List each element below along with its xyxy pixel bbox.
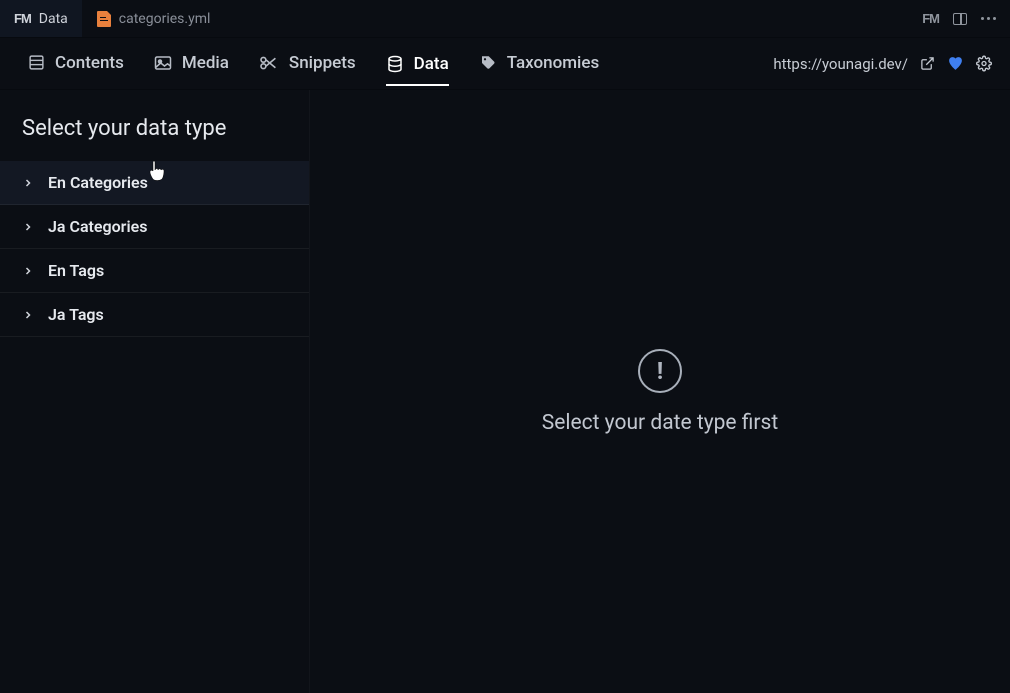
chevron-right-icon [22,309,34,321]
sidebar-item-label: En Categories [48,173,148,192]
sidebar: Select your data type En Categories Ja C… [0,90,310,693]
external-link-icon[interactable] [920,56,935,71]
body: Select your data type En Categories Ja C… [0,90,1010,693]
tab-categories-yml[interactable]: categories.yml [83,0,226,37]
sidebar-item-ja-tags[interactable]: Ja Tags [0,293,309,337]
nav-label: Data [414,54,449,74]
nav-right: https://younagi.dev/ [773,55,992,73]
split-view-icon[interactable] [953,13,967,25]
fm-logo-icon: FM [14,11,31,26]
sidebar-title: Select your data type [0,116,309,161]
yaml-file-icon [97,11,111,27]
sidebar-item-label: En Tags [48,261,104,280]
cursor-pointer-icon [148,160,166,182]
fm-logo-icon[interactable]: FM [922,11,939,26]
nav-label: Snippets [289,53,356,73]
sidebar-item-en-tags[interactable]: En Tags [0,249,309,293]
gear-icon[interactable] [976,56,992,72]
empty-state-text: Select your date type first [542,411,778,435]
tab-label: Data [39,11,68,27]
main-panel: ! Select your date type first [310,90,1010,693]
nav-label: Taxonomies [507,53,600,73]
sidebar-item-label: Ja Tags [48,305,104,324]
heart-icon[interactable] [947,55,964,72]
taxonomies-icon [479,54,497,72]
chevron-right-icon [22,221,34,233]
alert-circle-icon: ! [638,349,682,393]
media-icon [154,55,172,71]
nav-snippets[interactable]: Snippets [259,53,356,75]
more-icon[interactable] [981,17,996,20]
nav-data[interactable]: Data [386,44,449,86]
sidebar-item-label: Ja Categories [48,217,147,236]
nav-contents[interactable]: Contents [28,53,124,75]
sidebar-item-ja-categories[interactable]: Ja Categories [0,205,309,249]
nav-taxonomies[interactable]: Taxonomies [479,53,600,75]
navbar: Contents Media Snippets Data Taxonomies … [0,38,1010,90]
titlebar-spacer [225,0,908,37]
chevron-right-icon [22,265,34,277]
contents-icon [28,54,45,71]
site-url[interactable]: https://younagi.dev/ [773,55,908,73]
empty-state: ! Select your date type first [542,349,778,435]
tab-label: categories.yml [119,11,211,27]
data-icon [386,55,404,73]
nav-label: Contents [55,53,124,73]
nav-label: Media [182,53,229,73]
chevron-right-icon [22,177,34,189]
titlebar-actions: FM [908,0,1010,37]
titlebar: FM Data categories.yml FM [0,0,1010,38]
nav-media[interactable]: Media [154,53,229,75]
snippets-icon [259,55,279,71]
tab-data[interactable]: FM Data [0,0,83,37]
